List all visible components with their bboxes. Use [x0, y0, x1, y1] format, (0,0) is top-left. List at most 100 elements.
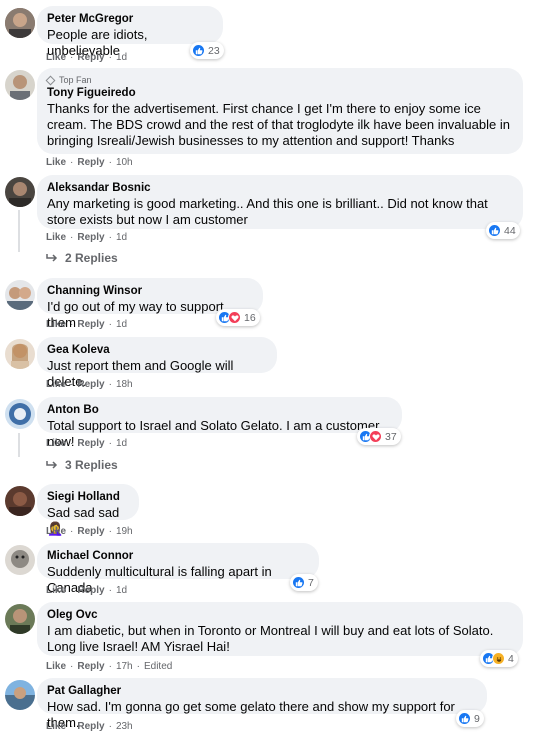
comment-timestamp[interactable]: 1d	[116, 52, 127, 63]
comment-timestamp[interactable]: 1d	[116, 438, 127, 449]
comment-author[interactable]: Pat Gallagher	[47, 684, 477, 699]
comment-actions: Like · Reply · 18h	[46, 379, 133, 390]
reply-thread-line	[18, 433, 20, 457]
comment-actions: Like · Reply · 1d	[46, 319, 128, 330]
avatar[interactable]	[5, 280, 35, 310]
reaction-summary[interactable]: 23	[190, 42, 224, 59]
comment-author[interactable]: Peter McGregor	[47, 12, 213, 27]
reaction-count: 4	[508, 652, 514, 665]
comment-bubble: Peter McGregor People are idiots, unbeli…	[37, 6, 223, 58]
avatar[interactable]	[5, 339, 35, 369]
comment-author[interactable]: Oleg Ovc	[47, 608, 513, 623]
avatar[interactable]	[5, 399, 35, 429]
reaction-summary[interactable]: 37	[357, 428, 401, 445]
comment-author[interactable]: Gea Koleva	[47, 343, 267, 358]
comment-timestamp[interactable]: 1d	[116, 319, 127, 330]
comment-actions: Like · Reply · 1d	[46, 438, 128, 449]
comment-actions: Like · Reply · 23h	[46, 721, 133, 732]
reaction-count: 7	[308, 576, 314, 589]
comment-bubble: Michael Connor Suddenly multicultural is…	[37, 543, 319, 595]
like-reaction-icon	[192, 44, 205, 57]
reply-link[interactable]: Reply	[77, 319, 104, 330]
comment-actions: Like · Reply · 1d	[46, 585, 128, 596]
avatar[interactable]	[5, 486, 35, 516]
comment-timestamp[interactable]: 1d	[116, 232, 127, 243]
reply-arrow-icon	[46, 461, 58, 469]
avatar[interactable]	[5, 177, 35, 207]
reply-link[interactable]: Reply	[77, 661, 104, 672]
like-link[interactable]: Like	[46, 379, 66, 390]
comment-actions: Like · Reply · 19h	[46, 526, 133, 537]
love-reaction-icon	[369, 430, 382, 443]
comment-author[interactable]: Aleksandar Bosnic	[47, 181, 513, 196]
comment-timestamp[interactable]: 19h	[116, 526, 133, 537]
view-replies-link[interactable]: 3 Replies	[46, 458, 118, 472]
like-link[interactable]: Like	[46, 232, 66, 243]
reaction-count: 16	[244, 311, 256, 324]
comment-timestamp[interactable]: 17h	[116, 661, 133, 672]
love-reaction-icon	[228, 311, 241, 324]
avatar[interactable]	[5, 680, 35, 710]
reply-link[interactable]: Reply	[77, 526, 104, 537]
comment-actions: Like · Reply · 17h · Edited	[46, 661, 173, 672]
like-reaction-icon	[488, 224, 501, 237]
avatar[interactable]	[5, 604, 35, 634]
comment-author[interactable]: Michael Connor	[47, 549, 309, 564]
comment-author[interactable]: Anton Bo	[47, 403, 392, 418]
comment-text: Thanks for the advertisement. First chan…	[47, 101, 510, 148]
like-link[interactable]: Like	[46, 438, 66, 449]
reaction-summary[interactable]: 9	[456, 710, 484, 727]
reaction-summary[interactable]: 7	[290, 574, 318, 591]
comment-actions: Like · Reply · 1d	[46, 52, 128, 63]
reply-link[interactable]: Reply	[77, 585, 104, 596]
reaction-count: 9	[474, 712, 480, 725]
view-replies-link[interactable]: 2 Replies	[46, 251, 118, 265]
comment-author[interactable]: Siegi Holland	[47, 490, 129, 505]
like-link[interactable]: Like	[46, 52, 66, 63]
edited-label[interactable]: Edited	[144, 661, 172, 672]
comment-text: I am diabetic, but when in Toronto or Mo…	[47, 623, 494, 654]
comment-bubble: Gea Koleva Just report them and Google w…	[37, 337, 277, 389]
reply-link[interactable]: Reply	[77, 438, 104, 449]
comment-author[interactable]: Channing Winsor	[47, 284, 253, 299]
reply-link[interactable]: Reply	[77, 52, 104, 63]
reaction-summary[interactable]: 44	[486, 222, 520, 239]
comment-bubble: Oleg Ovc I am diabetic, but when in Toro…	[37, 602, 523, 656]
comment-bubble: Anton Bo Total support to Israel and Sol…	[37, 397, 402, 449]
comment-timestamp[interactable]: 1d	[116, 585, 127, 596]
comment-actions: Like · Reply · 1d	[46, 232, 128, 243]
reaction-count: 44	[504, 224, 516, 237]
comment-bubble: Top Fan Tony Figueiredo Thanks for the a…	[37, 68, 523, 154]
like-link[interactable]: Like	[46, 585, 66, 596]
comment-text: Any marketing is good marketing.. And th…	[47, 196, 488, 227]
comment-actions: Like · Reply · 10h	[46, 157, 133, 168]
like-link[interactable]: Like	[46, 661, 66, 672]
reply-link[interactable]: Reply	[77, 721, 104, 732]
avatar[interactable]	[5, 8, 35, 38]
avatar[interactable]	[5, 70, 35, 100]
like-reaction-icon	[458, 712, 471, 725]
reply-thread-line	[18, 210, 20, 252]
comment-bubble: Siegi Holland Sad sad sad 🤦‍♀️	[37, 484, 139, 536]
haha-reaction-icon	[492, 652, 505, 665]
reply-link[interactable]: Reply	[77, 232, 104, 243]
reaction-count: 37	[385, 430, 397, 443]
top-fan-badge: Top Fan	[45, 74, 513, 86]
like-link[interactable]: Like	[46, 157, 66, 168]
comment-timestamp[interactable]: 10h	[116, 157, 133, 168]
reply-link[interactable]: Reply	[77, 157, 104, 168]
like-link[interactable]: Like	[46, 526, 66, 537]
like-link[interactable]: Like	[46, 721, 66, 732]
reaction-summary[interactable]: 16	[216, 309, 260, 326]
reply-arrow-icon	[46, 254, 58, 262]
avatar[interactable]	[5, 545, 35, 575]
comment-timestamp[interactable]: 18h	[116, 379, 133, 390]
like-link[interactable]: Like	[46, 319, 66, 330]
like-reaction-icon	[292, 576, 305, 589]
comment-timestamp[interactable]: 23h	[116, 721, 133, 732]
reaction-summary[interactable]: 4	[480, 650, 518, 667]
reply-link[interactable]: Reply	[77, 379, 104, 390]
comment-bubble: Pat Gallagher How sad. I'm gonna go get …	[37, 678, 487, 730]
comment-bubble: Aleksandar Bosnic Any marketing is good …	[37, 175, 523, 229]
comment-author[interactable]: Tony Figueiredo	[47, 86, 513, 101]
